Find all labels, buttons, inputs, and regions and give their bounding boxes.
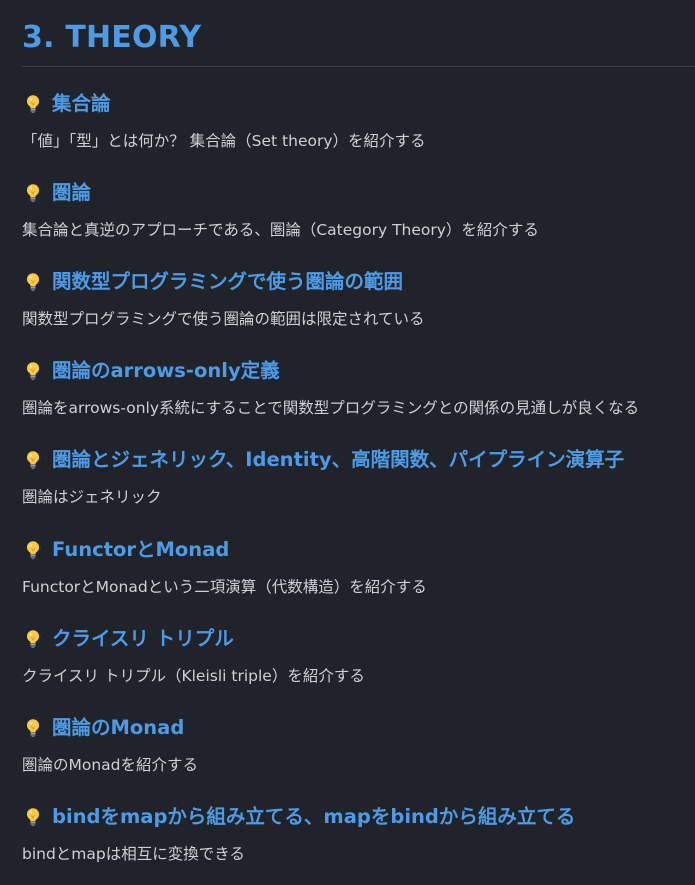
section-item-6: FunctorとMonad FunctorとMonadという二項演算（代数構造）… <box>22 536 695 596</box>
section-heading: FunctorとMonad <box>22 536 695 564</box>
lightbulb-icon <box>26 718 40 737</box>
section-heading-link[interactable]: 圏論とジェネリック、Identity、高階関数、パイプライン演算子 <box>52 446 624 474</box>
lightbulb-icon <box>26 629 40 648</box>
section-item-1: 集合論 「値」「型」とは何か？ 集合論（Set theory）を紹介する <box>22 90 695 150</box>
section-heading: 圏論のarrows-only定義 <box>22 357 695 385</box>
section-item-5: 圏論とジェネリック、Identity、高階関数、パイプライン演算子 圏論はジェネ… <box>22 446 695 506</box>
lightbulb-icon <box>26 807 40 826</box>
section-heading-link[interactable]: 圏論のMonad <box>52 714 184 742</box>
section-heading-link[interactable]: FunctorとMonad <box>52 536 229 564</box>
section-heading-link[interactable]: 圏論のarrows-only定義 <box>52 357 280 385</box>
section-heading-link[interactable]: bindをmapから組み立てる、mapをbindから組み立てる <box>52 803 575 831</box>
lightbulb-icon <box>26 451 40 470</box>
page-title: 3. THEORY <box>22 20 202 55</box>
section-description: FunctorとMonadという二項演算（代数構造）を紹介する <box>22 577 427 596</box>
lightbulb-icon <box>26 273 40 292</box>
section-heading: 圏論とジェネリック、Identity、高階関数、パイプライン演算子 <box>22 446 695 474</box>
title-divider <box>22 66 695 67</box>
section-item-2: 圏論 集合論と真逆のアプローチである、圏論（Category Theory）を紹… <box>22 179 695 239</box>
page: 3. THEORY 集合論 「値」「型」とは何か？ 集合論（Set theory… <box>0 0 695 885</box>
section-heading: bindをmapから組み立てる、mapをbindから組み立てる <box>22 803 695 831</box>
section-item-8: 圏論のMonad 圏論のMonadを紹介する <box>22 714 695 774</box>
section-heading-link[interactable]: 圏論 <box>52 179 91 207</box>
section-heading-link[interactable]: 集合論 <box>52 90 111 118</box>
section-item-4: 圏論のarrows-only定義 圏論をarrows-only系統にすることで関… <box>22 357 695 417</box>
section-description: 関数型プログラミングで使う圏論の範囲は限定されている <box>22 310 425 329</box>
section-description: 圏論のMonadを紹介する <box>22 755 199 774</box>
section-heading: クライスリ トリプル <box>22 625 695 653</box>
lightbulb-icon <box>26 540 40 559</box>
section-heading: 圏論のMonad <box>22 714 695 742</box>
section-item-3: 関数型プログラミングで使う圏論の範囲 関数型プログラミングで使う圏論の範囲は限定… <box>22 268 695 328</box>
section-item-9: bindをmapから組み立てる、mapをbindから組み立てる bindとmap… <box>22 803 695 863</box>
lightbulb-icon <box>26 362 40 381</box>
section-description: クライスリ トリプル（Kleisli triple）を紹介する <box>22 666 365 685</box>
lightbulb-icon <box>26 184 40 203</box>
section-heading: 圏論 <box>22 179 695 207</box>
section-description: bindとmapは相互に変換できる <box>22 844 245 863</box>
section-item-7: クライスリ トリプル クライスリ トリプル（Kleisli triple）を紹介… <box>22 625 695 685</box>
section-heading: 集合論 <box>22 90 695 118</box>
section-description: 「値」「型」とは何か？ 集合論（Set theory）を紹介する <box>22 132 426 150</box>
section-description: 圏論をarrows-only系統にすることで関数型プログラミングとの関係の見通し… <box>22 399 640 418</box>
section-heading: 関数型プログラミングで使う圏論の範囲 <box>22 268 695 296</box>
section-heading-link[interactable]: 関数型プログラミングで使う圏論の範囲 <box>52 268 403 296</box>
section-heading-link[interactable]: クライスリ トリプル <box>52 625 234 653</box>
section-description: 圏論はジェネリック <box>22 488 162 507</box>
lightbulb-icon <box>26 95 40 114</box>
section-description: 集合論と真逆のアプローチである、圏論（Category Theory）を紹介する <box>22 221 539 240</box>
